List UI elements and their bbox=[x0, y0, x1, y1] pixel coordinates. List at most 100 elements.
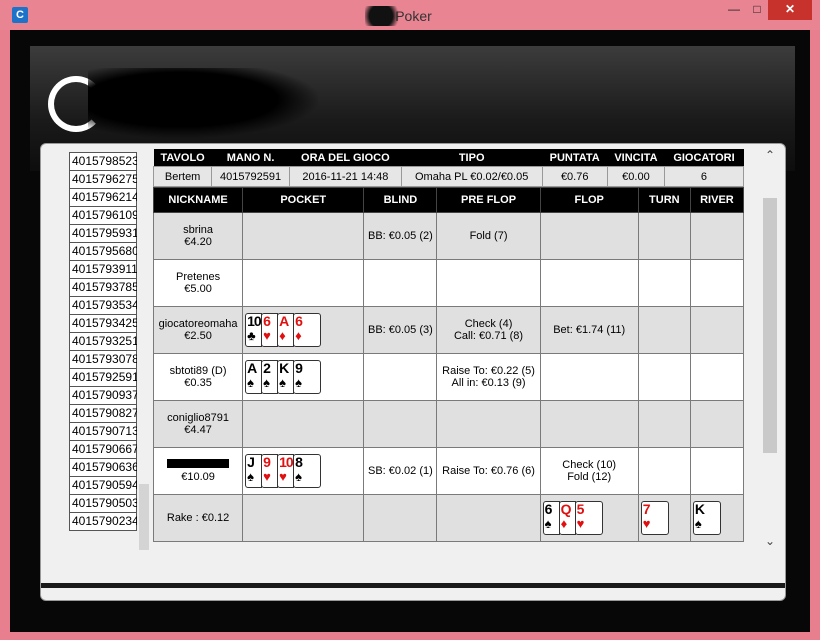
hand-id-item[interactable]: 4015790636 bbox=[69, 459, 137, 477]
hand-id-list[interactable]: 4015798523 4015796275 4015796214 4015796109… bbox=[69, 152, 137, 552]
player-row[interactable]: €10.09 J ♠ 9 ♥ 10 ♥ 8 ♠ SB: €0.02 (1) Raise To: €0… bbox=[153, 447, 744, 495]
card-group: A ♠ 2 ♠ K ♠ 9 ♠ bbox=[243, 360, 363, 394]
player-row[interactable]: Rake : €0.12 6 ♠ Q ♦ 5 ♥ 7 ♥ K ♠ bbox=[153, 494, 744, 542]
hand-id-item[interactable]: 4015796109 bbox=[69, 207, 137, 225]
window-title: i Poker bbox=[388, 8, 432, 24]
info-value: €0.76 bbox=[541, 166, 608, 187]
hand-id-item[interactable]: 4015793785 bbox=[69, 279, 137, 297]
hand-id-item[interactable]: 4015795680 bbox=[69, 243, 137, 261]
app-window: C i Poker — □ ✕ 4015798523 4015796275 4015… bbox=[0, 0, 820, 640]
card-suit-icon: ♦ bbox=[295, 328, 302, 343]
action-line: Fold (12) bbox=[567, 471, 612, 483]
card-suit-icon: ♣ bbox=[247, 328, 256, 343]
player-row[interactable]: giocatoreomaha €2.50 10 ♣ 6 ♥ A ♦ 6 ♦ BB: €0.05 (3… bbox=[153, 306, 744, 354]
info-value: 2016-11-21 14:48 bbox=[288, 166, 402, 187]
card-rank: A bbox=[279, 313, 289, 329]
card-rank: 9 bbox=[295, 360, 303, 376]
playing-card: 10 ♥ bbox=[277, 454, 295, 488]
info-header: VINCITA bbox=[607, 149, 665, 167]
playing-card: K ♠ bbox=[277, 360, 295, 394]
hand-id-item[interactable]: 4015793078 bbox=[69, 351, 137, 369]
nickname-cell: sbrina €4.20 bbox=[153, 212, 244, 260]
card-rank: 10 bbox=[247, 313, 262, 329]
grid-scrollbar[interactable]: ⌃ ⌄ bbox=[762, 148, 778, 550]
action-cell bbox=[539, 400, 639, 448]
client-area: 4015798523 4015796275 4015796214 4015796109… bbox=[10, 30, 810, 632]
hand-id-item[interactable]: 4015790827 bbox=[69, 405, 137, 423]
hand-id-item[interactable]: 4015796275 bbox=[69, 171, 137, 189]
hand-id-item[interactable]: 4015793251 bbox=[69, 333, 137, 351]
hand-id-item[interactable]: 4015793534 bbox=[69, 297, 137, 315]
player-stack: €0.35 bbox=[184, 377, 212, 389]
scroll-down-icon[interactable]: ⌄ bbox=[762, 534, 778, 550]
hand-id-item[interactable]: 4015793425 bbox=[69, 315, 137, 333]
minimize-button[interactable]: — bbox=[720, 0, 748, 20]
turn-cell bbox=[637, 259, 691, 307]
column-header: PRE FLOP bbox=[436, 187, 541, 213]
pocket-cell bbox=[242, 259, 365, 307]
hand-id-item[interactable]: 4015790937 bbox=[69, 387, 137, 405]
hand-id-item[interactable]: 4015798523 bbox=[69, 152, 137, 171]
playing-card: 9 ♥ bbox=[261, 454, 279, 488]
card-suit-icon: ♠ bbox=[247, 469, 255, 484]
player-nickname: sbtoti89 (D) bbox=[169, 365, 227, 377]
hand-id-item[interactable]: 4015790667 bbox=[69, 441, 137, 459]
river-cell bbox=[689, 306, 744, 354]
info-value: Bertem bbox=[153, 166, 213, 187]
hand-id-item[interactable]: 4015790234 bbox=[69, 513, 137, 531]
rake-cell: Rake : €0.12 bbox=[153, 494, 244, 542]
info-header: GIOCATORI bbox=[664, 149, 744, 167]
action-cell: Fold (7) bbox=[436, 212, 541, 260]
column-header: NICKNAME bbox=[153, 187, 244, 213]
scroll-up-icon[interactable]: ⌃ bbox=[762, 148, 778, 164]
card-suit-icon: ♦ bbox=[560, 516, 568, 531]
turn-cell bbox=[637, 400, 691, 448]
player-nickname: Pretenes bbox=[176, 271, 221, 283]
card-suit-icon: ♠ bbox=[694, 516, 702, 531]
redacted-nickname bbox=[167, 459, 230, 468]
hand-list-scrollbar[interactable] bbox=[139, 484, 149, 550]
player-row[interactable]: sbrina €4.20 BB: €0.05 (2) Fold (7) bbox=[153, 212, 744, 260]
playing-card: A ♦ bbox=[277, 313, 295, 347]
river-board-cell: K ♠ bbox=[689, 494, 744, 542]
card-suit-icon: ♠ bbox=[247, 375, 255, 390]
blind-cell: SB: €0.02 (1) bbox=[363, 447, 438, 495]
playing-card: 8 ♠ bbox=[293, 454, 322, 488]
action-cell bbox=[436, 259, 541, 307]
hand-id-item[interactable]: 4015793911 bbox=[69, 261, 137, 279]
card-rank: 5 bbox=[576, 501, 585, 517]
card-rank: K bbox=[694, 501, 705, 517]
scroll-thumb[interactable] bbox=[763, 198, 777, 453]
hand-id-item[interactable]: 4015795931 bbox=[69, 225, 137, 243]
card-rank: 8 bbox=[295, 454, 303, 470]
river-cell bbox=[689, 212, 744, 260]
player-stack: €4.47 bbox=[184, 424, 212, 436]
hand-id-item[interactable]: 4015790594 bbox=[69, 477, 137, 495]
hand-id-item[interactable]: 4015796214 bbox=[69, 189, 137, 207]
column-header: FLOP bbox=[539, 187, 639, 213]
playing-card: 2 ♠ bbox=[261, 360, 279, 394]
card-group: J ♠ 9 ♥ 10 ♥ 8 ♠ bbox=[243, 454, 363, 488]
action-line: Fold (7) bbox=[469, 230, 508, 242]
playing-card: 7 ♥ bbox=[640, 501, 669, 535]
player-row[interactable]: coniglio8791 €4.47 bbox=[153, 400, 744, 448]
info-header: TIPO bbox=[401, 149, 542, 167]
column-header: TURN bbox=[637, 187, 691, 213]
card-rank: 6 bbox=[295, 313, 303, 329]
info-value: Omaha PL €0.02/€0.05 bbox=[400, 166, 543, 187]
card-suit-icon: ♠ bbox=[279, 375, 287, 390]
close-button[interactable]: ✕ bbox=[768, 0, 812, 20]
player-row[interactable]: sbtoti89 (D) €0.35 A ♠ 2 ♠ K ♠ 9 ♠ Raise To: €0.22… bbox=[153, 353, 744, 401]
player-row[interactable]: Pretenes €5.00 bbox=[153, 259, 744, 307]
info-value: 6 bbox=[663, 166, 744, 187]
redacted-mark bbox=[365, 6, 405, 26]
hand-id-item[interactable]: 4015790503 bbox=[69, 495, 137, 513]
hand-id-item[interactable]: 4015792591 bbox=[69, 369, 137, 387]
hand-actions-table: NICKNAME POCKET BLIND PRE FLOP FLOP TURN RIVER… bbox=[153, 187, 744, 542]
action-line: Raise To: €0.22 (5) bbox=[442, 365, 535, 377]
card-rank: Q bbox=[560, 501, 572, 517]
hand-id-item[interactable]: 4015790713 bbox=[69, 423, 137, 441]
maximize-button[interactable]: □ bbox=[748, 0, 766, 20]
action-cell bbox=[436, 400, 541, 448]
action-line: Check (4) bbox=[464, 318, 513, 330]
